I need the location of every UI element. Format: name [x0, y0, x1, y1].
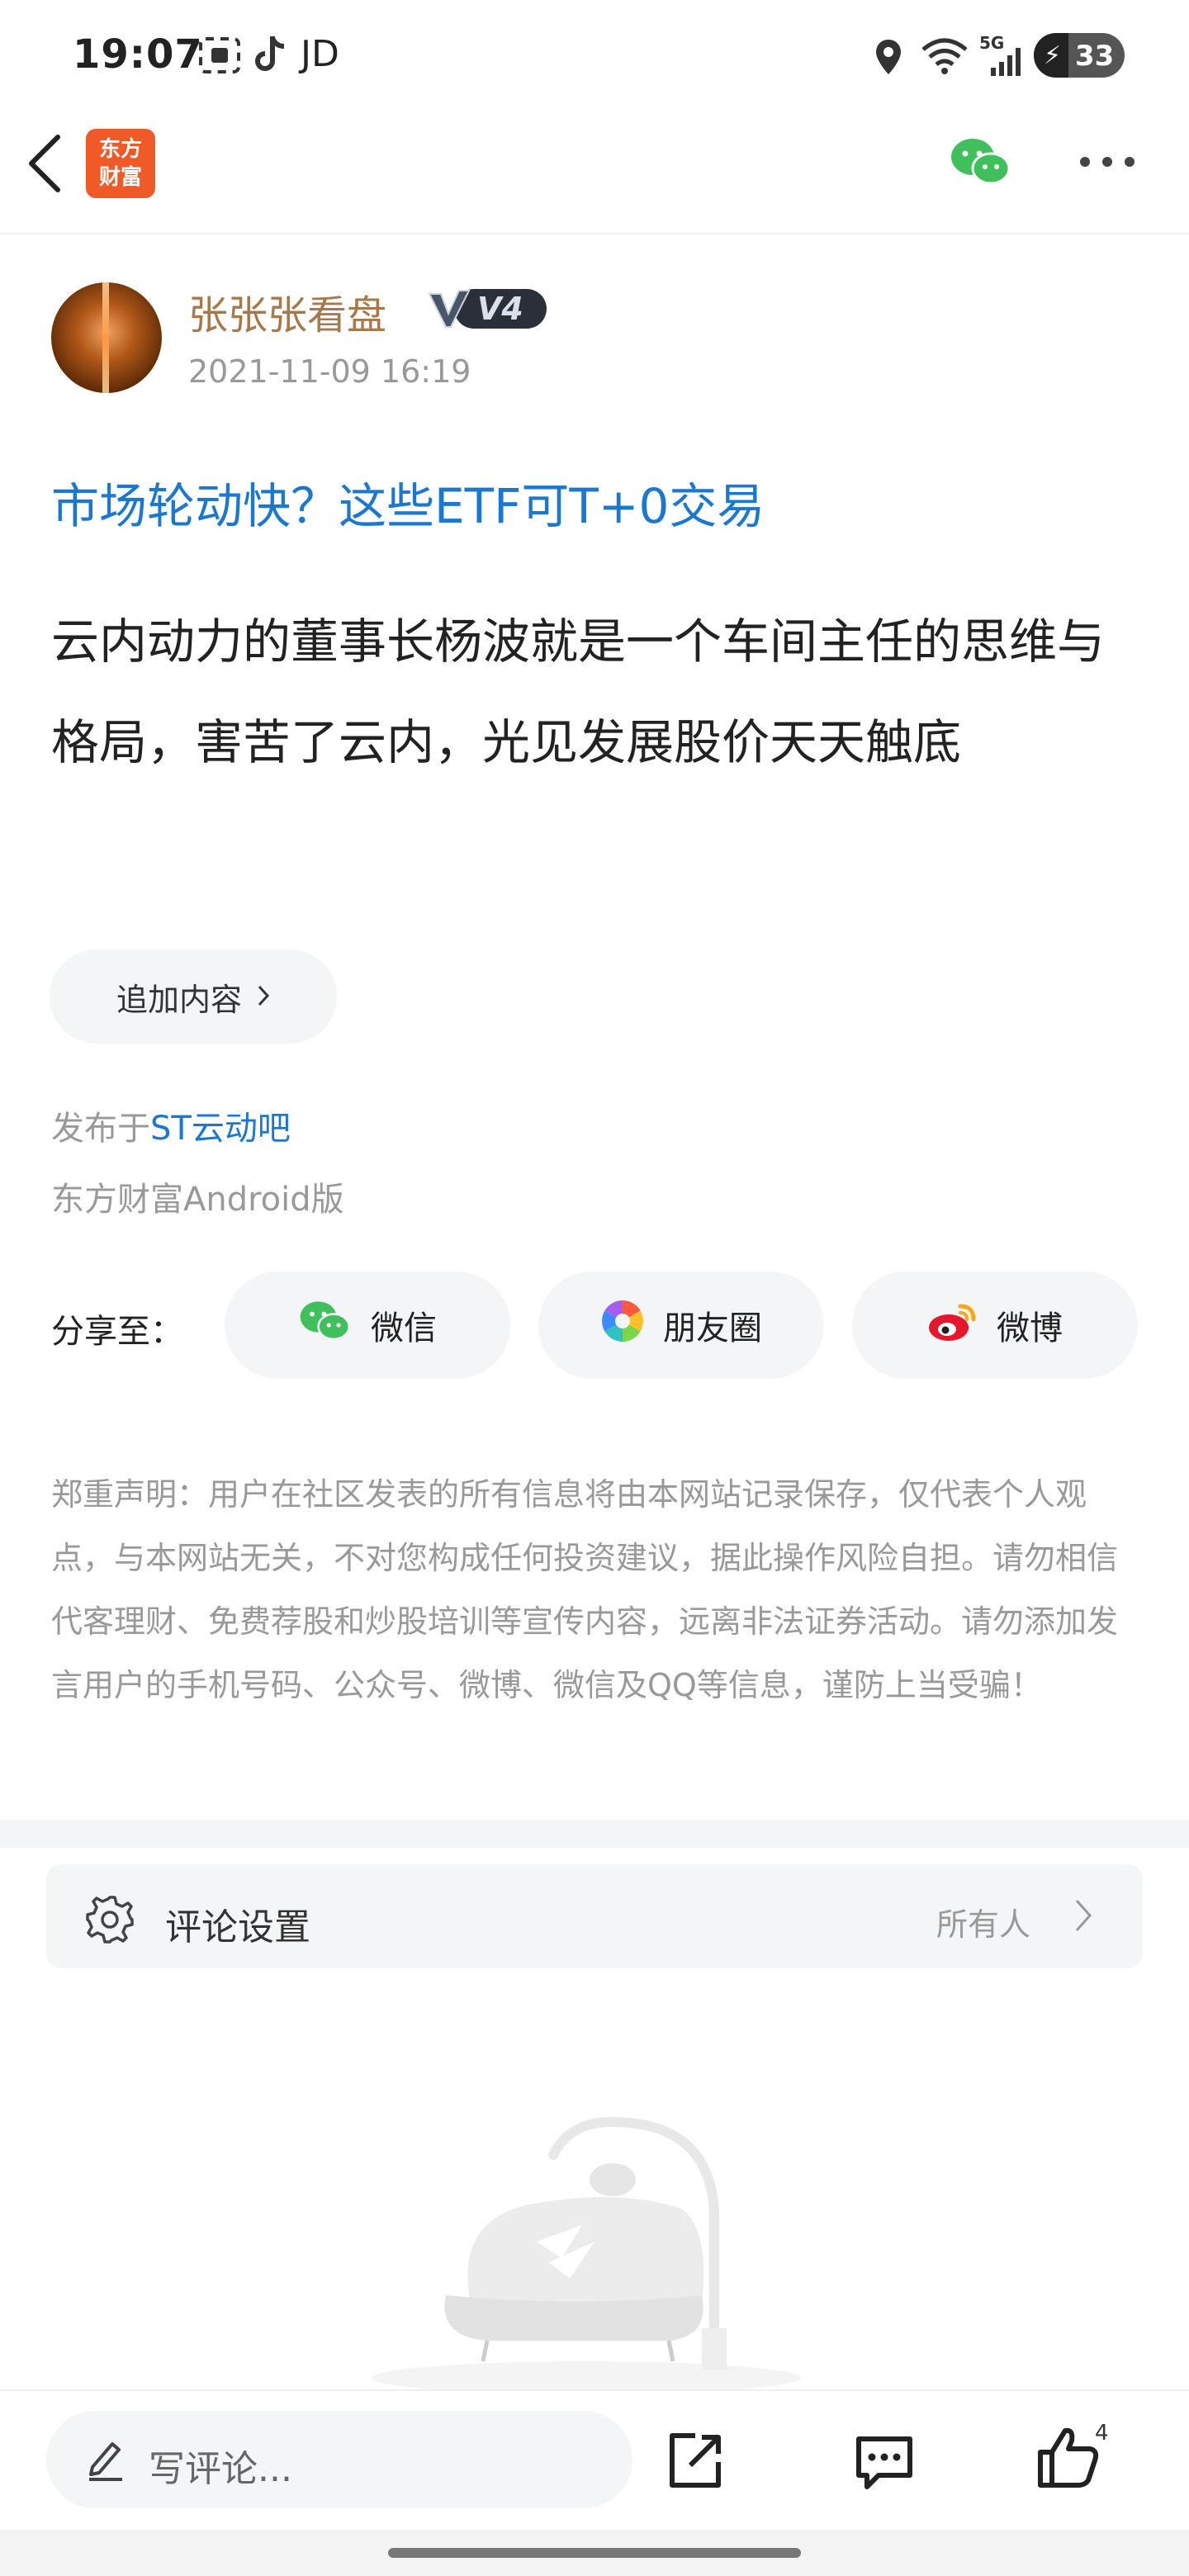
gear-icon	[84, 1894, 135, 1949]
status-app-label: JD	[301, 33, 339, 75]
share-icon[interactable]	[666, 2431, 725, 2493]
app-logo[interactable]: 东方 财富	[86, 129, 155, 198]
author-name[interactable]: 张张张看盘	[188, 282, 386, 340]
share-wechat-label: 微信	[371, 1309, 437, 1347]
disclaimer-text: 郑重声明：用户在社区发表的所有信息将由本网站记录保存，仅代表个人观点，与本网站无…	[51, 1476, 1119, 1703]
published-prefix: 发布于	[51, 1110, 150, 1148]
logo-line-1: 东方	[98, 137, 142, 162]
author-avatar[interactable]	[51, 282, 162, 393]
level-text: V4	[477, 291, 523, 327]
post-time: 2021-11-09 16:19	[188, 353, 471, 390]
wifi-icon	[920, 36, 969, 79]
logo-line-2: 财富	[98, 165, 142, 190]
like-icon[interactable]	[1035, 2424, 1101, 2493]
screenshot-icon	[198, 36, 241, 78]
append-content-button[interactable]: 追加内容	[50, 949, 337, 1044]
chevron-right-icon	[257, 978, 270, 1015]
home-gesture-handle[interactable]	[388, 2548, 801, 2558]
comment-placeholder: 写评论...	[149, 2448, 292, 2490]
comment-settings-label: 评论设置	[165, 1906, 310, 1949]
section-divider	[0, 1820, 1189, 1848]
battery-indicator: ⚡ 33	[1034, 33, 1125, 78]
empty-comments-illustration	[347, 2097, 842, 2394]
battery-level: 33	[1075, 40, 1115, 73]
weibo-icon	[927, 1300, 978, 1351]
status-time: 19:07	[73, 31, 203, 78]
location-icon	[874, 38, 903, 79]
forum-link[interactable]: ST云动吧	[150, 1110, 291, 1148]
comment-input[interactable]	[46, 2411, 632, 2508]
share-weibo-button[interactable]: 微博	[852, 1271, 1138, 1379]
signal-icon	[989, 46, 1026, 79]
client-info: 东方财富Android版	[51, 1181, 344, 1219]
chevron-right-icon	[1073, 1897, 1093, 1937]
comment-settings-value: 所有人	[936, 1906, 1031, 1943]
more-icon[interactable]	[1078, 155, 1136, 172]
published-in: 发布于ST云动吧	[51, 1101, 291, 1149]
pencil-icon	[86, 2437, 126, 2485]
post-title[interactable]: 市场轮动快？这些ETF可T+0交易	[51, 467, 765, 537]
append-content-label: 追加内容	[116, 981, 242, 1018]
share-wechat-button[interactable]: 微信	[225, 1271, 510, 1379]
wechat-icon	[298, 1299, 353, 1352]
wechat-share-icon[interactable]	[950, 135, 1012, 192]
back-icon[interactable]	[21, 132, 68, 198]
share-weibo-label: 微博	[997, 1309, 1063, 1347]
share-moments-button[interactable]: 朋友圈	[538, 1271, 824, 1379]
tiktok-icon	[254, 35, 287, 78]
level-badge: V4	[426, 284, 548, 334]
share-label: 分享至：	[51, 1313, 183, 1351]
post-body: 云内动力的董事长杨波就是一个车间主任的思维与格局，害苦了云内，光见发展股价天天触…	[51, 613, 1106, 770]
share-moments-label: 朋友圈	[663, 1309, 762, 1347]
comment-icon[interactable]	[854, 2432, 915, 2495]
moments-icon	[600, 1299, 645, 1352]
status-bar: 19:07 JD 5G ⚡ 33	[0, 0, 1189, 116]
like-count: 4	[1095, 2421, 1109, 2446]
